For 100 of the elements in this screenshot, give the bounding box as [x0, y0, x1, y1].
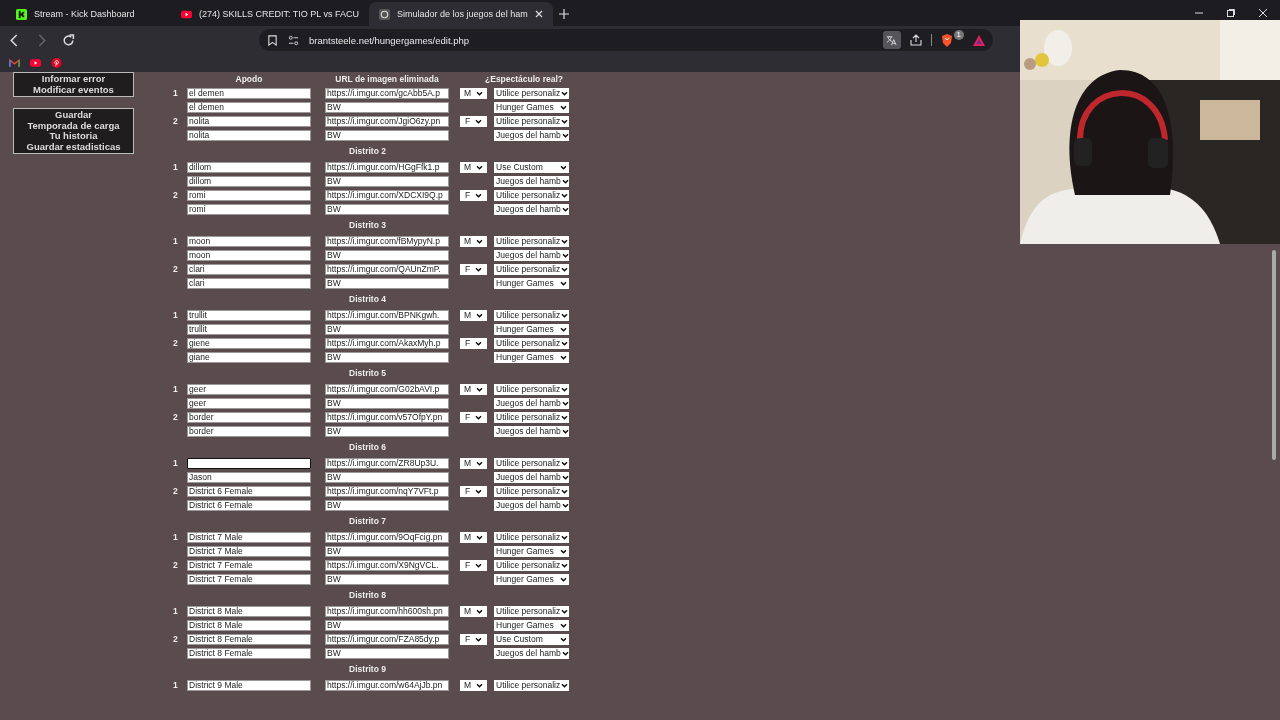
nickname-field[interactable]: District 8 Female [187, 647, 311, 659]
dropdown[interactable]: M [460, 161, 487, 173]
name-field[interactable]: clari [187, 263, 311, 275]
dropdown[interactable]: Hunger Games [494, 277, 569, 289]
dropdown[interactable]: Utilice personaliz [494, 115, 569, 127]
url-field[interactable]: BW [325, 129, 449, 141]
url-field[interactable]: BW [325, 323, 449, 335]
share-icon[interactable] [909, 34, 922, 46]
dropdown[interactable]: F [460, 485, 487, 497]
url-field[interactable]: https://i.imgur.com/v57OfpY.pn [325, 411, 449, 423]
dropdown[interactable]: Hunger Games [494, 351, 569, 363]
name-field[interactable]: District 7 Female [187, 559, 311, 571]
nickname-field[interactable]: moon [187, 249, 311, 261]
menu-link[interactable]: Guardar [55, 110, 92, 121]
url-field[interactable]: https://i.imgur.com/HGgFfk1.p [325, 161, 449, 173]
dropdown[interactable]: M [460, 605, 487, 617]
nickname-field[interactable]: District 6 Female [187, 499, 311, 511]
menu-link[interactable]: Modificar eventos [33, 84, 114, 95]
nickname-field[interactable]: romi [187, 203, 311, 215]
name-field[interactable]: moon [187, 235, 311, 247]
url-field[interactable]: https://i.imgur.com/nqY7VFt.p [325, 485, 449, 497]
dropdown[interactable]: Utilice personaliz [494, 263, 569, 275]
bookmark-icon[interactable] [267, 34, 278, 46]
nickname-field[interactable]: District 7 Female [187, 573, 311, 585]
browser-tab[interactable]: (274) SKILLS CREDIT: TIO PL vs FACU [171, 2, 370, 26]
triangle-icon[interactable] [973, 34, 985, 46]
url-field[interactable]: BW [325, 499, 449, 511]
name-field[interactable]: border [187, 411, 311, 423]
dropdown[interactable]: Utilice personaliz [494, 383, 569, 395]
dropdown[interactable]: Hunger Games [494, 619, 569, 631]
browser-tab[interactable]: Stream - Kick Dashboard [6, 2, 171, 26]
url-field[interactable]: BW [325, 545, 449, 557]
nickname-field[interactable]: District 7 Male [187, 545, 311, 557]
url-field[interactable]: https://i.imgur.com/fBMypyN.p [325, 235, 449, 247]
close-icon[interactable] [1258, 8, 1268, 18]
dropdown[interactable]: M [460, 309, 487, 321]
name-field[interactable]: District 8 Female [187, 633, 311, 645]
name-field[interactable]: geer [187, 383, 311, 395]
shield-icon[interactable] [940, 33, 953, 47]
url-field[interactable]: https://i.imgur.com/BPNKgwh. [325, 309, 449, 321]
dropdown[interactable]: F [460, 189, 487, 201]
dropdown[interactable]: M [460, 679, 487, 691]
nickname-field[interactable]: clari [187, 277, 311, 289]
url-field[interactable]: BW [325, 351, 449, 363]
dropdown[interactable]: Utilice personaliz [494, 411, 569, 423]
url-field[interactable]: https://i.imgur.com/AkaxMyh.p [325, 337, 449, 349]
url-field[interactable]: BW [325, 647, 449, 659]
dropdown[interactable]: F [460, 115, 487, 127]
url-field[interactable]: BW [325, 425, 449, 437]
dropdown[interactable]: Hunger Games [494, 573, 569, 585]
reload-icon[interactable] [62, 33, 75, 47]
dropdown[interactable]: Juegos del hamb [494, 499, 569, 511]
nickname-field[interactable]: nolita [187, 129, 311, 141]
dropdown[interactable]: M [460, 87, 487, 99]
url-field[interactable]: BW [325, 203, 449, 215]
url-field[interactable]: https://i.imgur.com/gcAbb5A.p [325, 87, 449, 99]
url-field[interactable]: https://i.imgur.com/QAUnZmP. [325, 263, 449, 275]
name-field[interactable] [187, 457, 311, 469]
url-field[interactable]: https://i.imgur.com/FZA85dy.p [325, 633, 449, 645]
name-field[interactable]: District 8 Male [187, 605, 311, 617]
name-field[interactable]: trullit [187, 309, 311, 321]
url-field[interactable]: BW [325, 397, 449, 409]
dropdown[interactable]: M [460, 383, 487, 395]
dropdown[interactable]: F [460, 411, 487, 423]
name-field[interactable]: el demen [187, 87, 311, 99]
nickname-field[interactable]: geer [187, 397, 311, 409]
url-field[interactable]: https://i.imgur.com/XDCXI9Q.p [325, 189, 449, 201]
nickname-field[interactable]: giane [187, 351, 311, 363]
url-field[interactable]: BW [325, 101, 449, 113]
dropdown[interactable]: Utilice personaliz [494, 337, 569, 349]
menu-link[interactable]: Guardar estadisticas [26, 141, 121, 152]
url-field[interactable]: BW [325, 277, 449, 289]
nickname-field[interactable]: dillom [187, 175, 311, 187]
dropdown[interactable]: F [460, 559, 487, 571]
mail-icon[interactable] [9, 58, 20, 68]
menu-link[interactable]: Informar error [41, 74, 106, 85]
url-field[interactable]: BW [325, 471, 449, 483]
dropdown[interactable]: Utilice personaliz [494, 679, 569, 691]
name-field[interactable]: dillom [187, 161, 311, 173]
name-field[interactable]: District 6 Female [187, 485, 311, 497]
dropdown[interactable]: Juegos del hamb [494, 397, 569, 409]
dropdown[interactable]: Juegos del hamb [494, 471, 569, 483]
nickname-field[interactable]: District 8 Male [187, 619, 311, 631]
translate-icon[interactable] [882, 31, 901, 49]
browser-tab[interactable]: Simulador de los juegos del ham [369, 2, 553, 26]
name-field[interactable]: nolita [187, 115, 311, 127]
url-field[interactable]: https://i.imgur.com/ZR8Up3U. [325, 457, 449, 469]
url-field[interactable]: https://i.imgur.com/9OqFcig.pn [325, 531, 449, 543]
dropdown[interactable]: F [460, 337, 487, 349]
youtube-icon[interactable] [30, 58, 41, 68]
dropdown[interactable]: Utilice personaliz [494, 189, 569, 201]
dropdown[interactable]: Utilice personaliz [494, 485, 569, 497]
url-field[interactable]: BW [325, 249, 449, 261]
dropdown[interactable]: Utilice personaliz [494, 559, 569, 571]
url-field[interactable]: BW [325, 619, 449, 631]
dropdown[interactable]: Utilice personaliz [494, 309, 569, 321]
nickname-field[interactable]: el demen [187, 101, 311, 113]
url-field[interactable]: https://i.imgur.com/hh600sh.pn [325, 605, 449, 617]
url-field[interactable]: https://i.imgur.com/X9NgVCL. [325, 559, 449, 571]
address-bar[interactable]: brantsteele.net/hungergames/edit.php 1 [259, 29, 993, 51]
